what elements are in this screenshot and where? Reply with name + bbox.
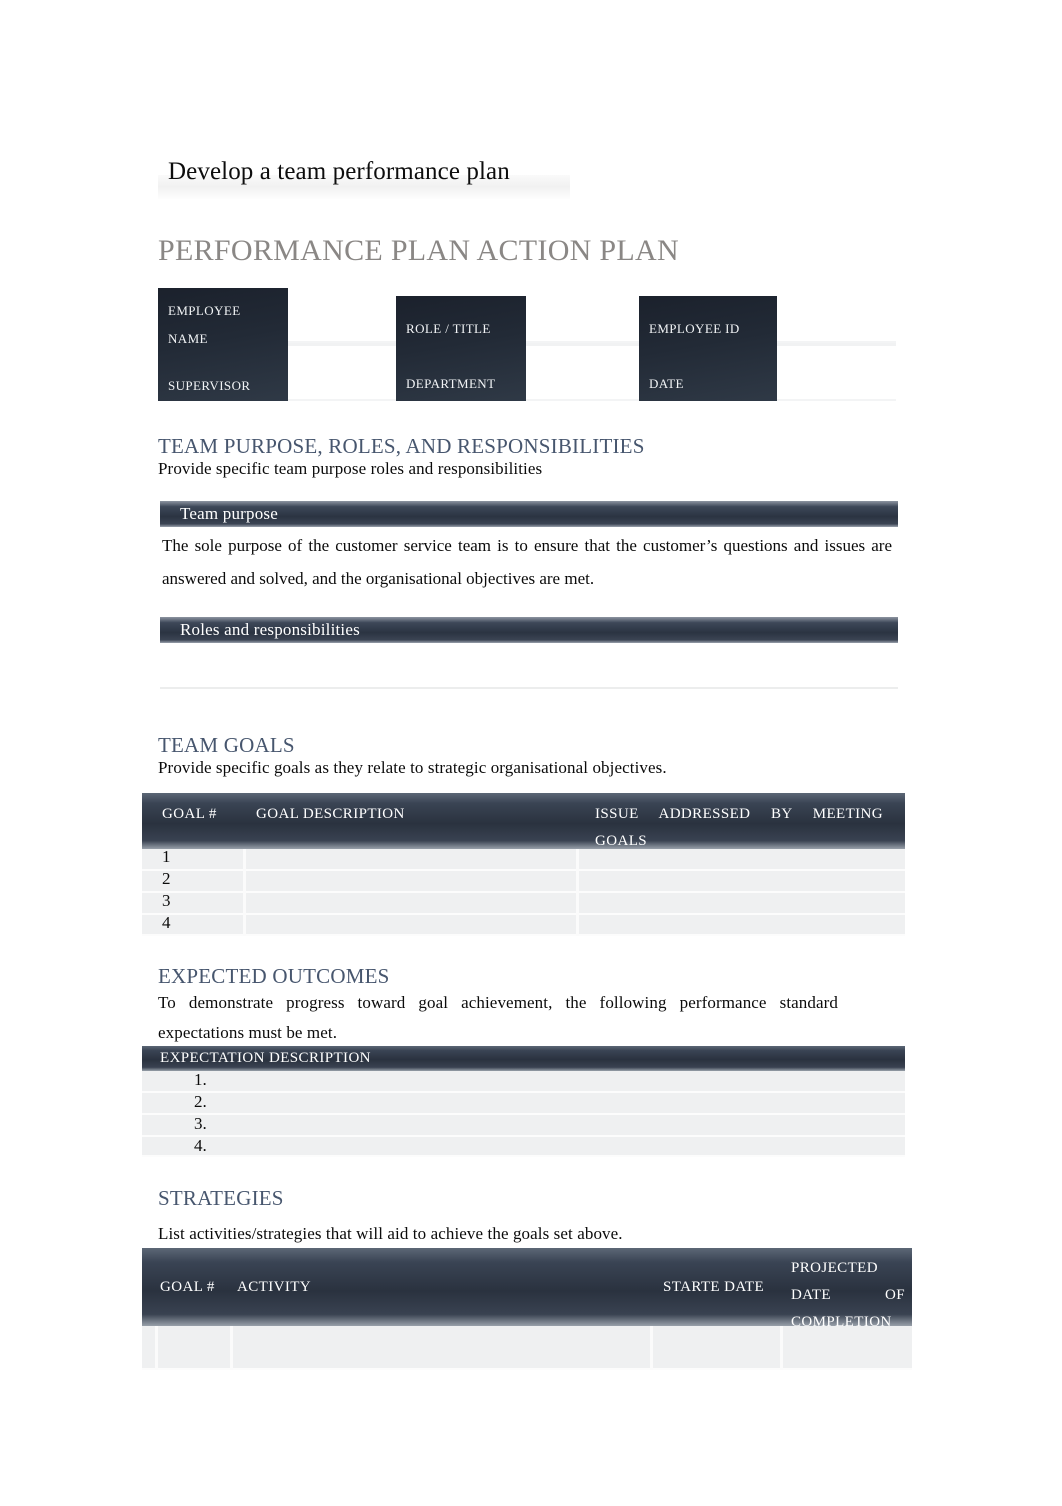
- expectation-marker: 4.: [194, 1136, 207, 1155]
- document-header: Develop a team performance plan: [158, 158, 898, 202]
- expected-outcomes-heading: EXPECTED OUTCOMES: [158, 964, 390, 988]
- role-title-label-text: ROLE / TITLE: [406, 321, 491, 336]
- table-row[interactable]: [142, 871, 905, 893]
- column-header-issue-addressed: ISSUE ADDRESSED BY MEETING GOALS: [595, 806, 883, 849]
- team-purpose-heading: TEAM PURPOSE, ROLES, AND RESPONSIBILITIE…: [158, 434, 645, 458]
- team-purpose-label: Team purpose: [160, 501, 898, 527]
- column-header-goal-description: GOAL DESCRIPTION: [256, 806, 405, 822]
- column-header-expectation-description: EXPECTATION DESCRIPTION: [160, 1050, 371, 1066]
- employee-name-label-line2: NAME: [168, 331, 208, 346]
- employee-info-table: EMPLOYEE NAME SUPERVISOR ROLE / TITLE DE…: [142, 288, 896, 401]
- expected-outcomes-table: EXPECTATION DESCRIPTION 1. 2. 3. 4.: [142, 1046, 905, 1157]
- strategies-table-body: [142, 1326, 912, 1370]
- column-divider: [780, 1326, 783, 1370]
- team-goals-heading: TEAM GOALS: [158, 733, 295, 757]
- team-goals-subtitle: Provide specific goals as they relate to…: [158, 758, 667, 777]
- document-page: Develop a team performance plan PERFORMA…: [0, 0, 1062, 1506]
- column-divider: [576, 849, 579, 936]
- column-header-goal-no: GOAL #: [160, 1279, 215, 1295]
- roles-responsibilities-text[interactable]: [160, 647, 898, 689]
- role-title-label: ROLE / TITLE DEPARTMENT: [396, 296, 526, 401]
- expected-outcomes-table-body: 1. 2. 3. 4.: [142, 1070, 905, 1157]
- list-item[interactable]: [142, 1071, 905, 1093]
- column-divider: [243, 849, 246, 936]
- list-item[interactable]: [142, 1137, 905, 1157]
- team-goals-table: GOAL # GOAL DESCRIPTION ISSUE ADDRESSED …: [142, 793, 905, 936]
- team-purpose-block: Team purpose The sole purpose of the cus…: [142, 497, 905, 702]
- department-input[interactable]: [526, 346, 639, 401]
- employee-name-label-line1: EMPLOYEE: [168, 303, 241, 318]
- employee-id-label: EMPLOYEE ID DATE: [639, 296, 777, 401]
- column-header-goal-no: GOAL #: [162, 806, 217, 822]
- role-title-input[interactable]: [526, 288, 639, 343]
- employee-name-label: EMPLOYEE NAME SUPERVISOR: [158, 288, 288, 401]
- department-label: DEPARTMENT: [406, 376, 496, 391]
- column-divider: [155, 1326, 158, 1370]
- date-label: DATE: [649, 376, 684, 391]
- employee-id-label-text: EMPLOYEE ID: [649, 321, 740, 336]
- supervisor-input[interactable]: [288, 346, 396, 401]
- goal-number: 2: [162, 869, 171, 888]
- strategies-table: GOAL # ACTIVITY STARTE DATE PROJECTED DA…: [142, 1248, 912, 1370]
- supervisor-label: SUPERVISOR: [168, 378, 251, 393]
- expectation-marker: 2.: [194, 1092, 207, 1111]
- roles-responsibilities-label: Roles and responsibilities: [160, 617, 898, 643]
- strategies-heading: STRATEGIES: [158, 1186, 284, 1210]
- employee-id-input[interactable]: [777, 288, 896, 343]
- column-divider: [230, 1326, 233, 1370]
- table-row[interactable]: [142, 1326, 912, 1370]
- table-row[interactable]: [142, 915, 905, 936]
- list-item[interactable]: [142, 1093, 905, 1115]
- strategies-subtitle: List activities/strategies that will aid…: [158, 1224, 623, 1243]
- goal-number: 3: [162, 891, 171, 910]
- table-row[interactable]: [142, 893, 905, 915]
- expectation-marker: 1.: [194, 1070, 207, 1089]
- column-header-start-date: STARTE DATE: [663, 1279, 765, 1295]
- team-purpose-subtitle: Provide specific team purpose roles and …: [158, 459, 543, 478]
- page-title: PERFORMANCE PLAN ACTION PLAN: [158, 234, 679, 267]
- team-goals-table-body: 1 2 3 4: [142, 847, 905, 936]
- goal-number: 4: [162, 913, 171, 932]
- list-item[interactable]: [142, 1115, 905, 1137]
- expected-outcomes-table-header: EXPECTATION DESCRIPTION: [142, 1046, 905, 1071]
- strategies-table-header: GOAL # ACTIVITY STARTE DATE PROJECTED DA…: [142, 1248, 912, 1330]
- table-row[interactable]: [142, 849, 905, 871]
- column-header-activity: ACTIVITY: [237, 1279, 312, 1295]
- column-header-projected-completion-date: PROJECTED DATE OF COMPLETION: [791, 1260, 905, 1330]
- expected-outcomes-subtitle: To demonstrate progress toward goal achi…: [158, 993, 838, 1042]
- column-divider: [650, 1326, 653, 1370]
- expectation-marker: 3.: [194, 1114, 207, 1133]
- team-goals-table-header: GOAL # GOAL DESCRIPTION ISSUE ADDRESSED …: [142, 793, 905, 849]
- team-purpose-text[interactable]: The sole purpose of the customer service…: [162, 529, 892, 595]
- document-header-title: Develop a team performance plan: [168, 158, 510, 185]
- date-input[interactable]: [777, 346, 896, 401]
- goal-number: 1: [162, 847, 171, 866]
- employee-name-input[interactable]: [288, 288, 396, 343]
